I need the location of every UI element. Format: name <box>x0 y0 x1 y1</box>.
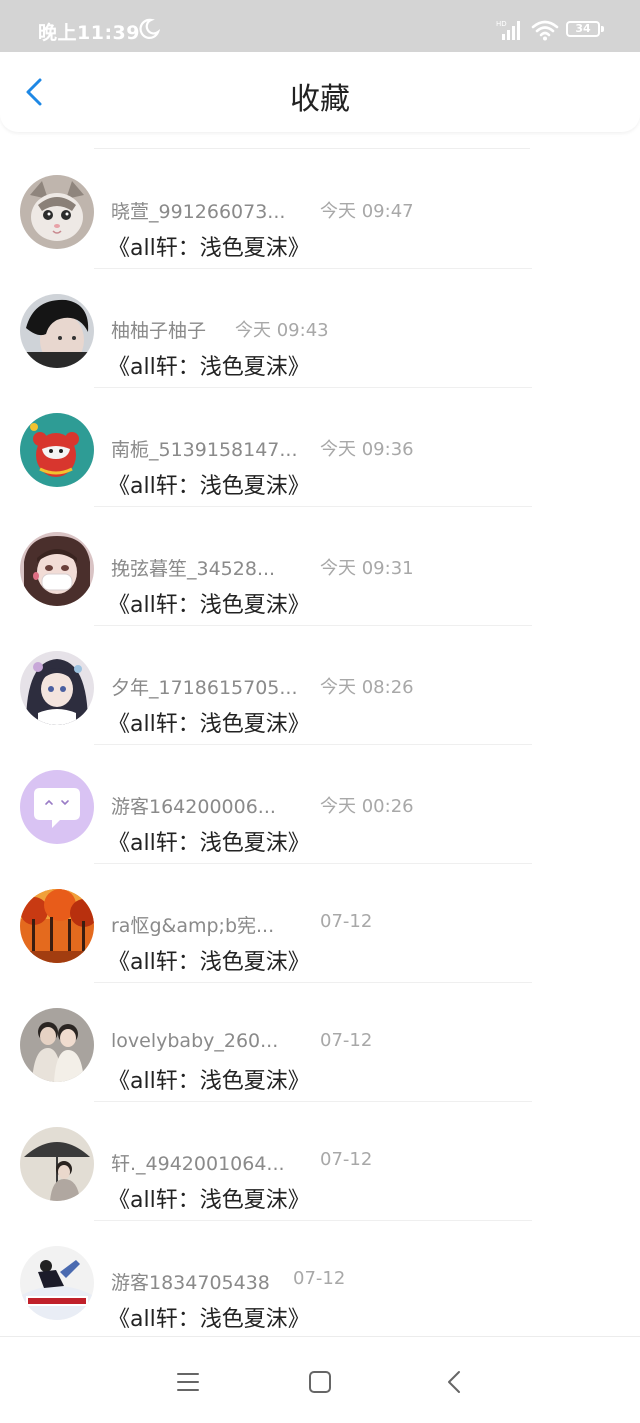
svg-text:HD: HD <box>496 20 507 28</box>
battery-icon: 34 <box>566 21 600 37</box>
nav-back-button[interactable] <box>438 1365 472 1399</box>
item-title: 《all轩：浅色夏沫》 <box>108 712 310 737</box>
home-square-icon <box>309 1371 331 1393</box>
list-item[interactable]: 游客164200006... 今天 00:26 《all轩：浅色夏沫》 <box>0 745 640 864</box>
boy-avatar[interactable] <box>20 294 94 368</box>
item-time: 今天 09:43 <box>235 320 329 341</box>
user-name: ra怄g&amp;b宪... <box>111 915 275 937</box>
item-time: 07-12 <box>320 1149 373 1170</box>
item-title: 《all轩：浅色夏沫》 <box>108 593 310 618</box>
list-item[interactable]: 挽弦暮笙_34528... 今天 09:31 《all轩：浅色夏沫》 <box>0 507 640 626</box>
back-triangle-icon <box>448 1371 460 1393</box>
item-time: 07-12 <box>293 1268 346 1289</box>
item-title: 《all轩：浅色夏沫》 <box>108 474 310 499</box>
list-item[interactable]: 夕年_1718615705... 今天 08:26 《all轩：浅色夏沫》 <box>0 626 640 745</box>
item-time: 今天 09:31 <box>320 558 414 579</box>
header: 收藏 <box>0 52 640 132</box>
default-chat-avatar[interactable] <box>20 770 94 844</box>
item-title: 《all轩：浅色夏沫》 <box>108 355 310 380</box>
item-time: 今天 08:26 <box>320 677 414 698</box>
moon-icon <box>139 18 160 39</box>
wifi-icon <box>531 20 559 41</box>
status-bar: 晚上11:39 HD 34 <box>0 0 640 52</box>
umbrella-avatar[interactable] <box>20 1127 94 1201</box>
list-item[interactable]: 轩._4942001064... 07-12 《all轩：浅色夏沫》 <box>0 1102 640 1221</box>
item-title: 《all轩：浅色夏沫》 <box>108 236 310 261</box>
anime-girl-avatar[interactable] <box>20 651 94 725</box>
list-item[interactable]: 晓萱_991266073... 今天 09:47 《all轩：浅色夏沫》 <box>0 150 640 269</box>
list-item[interactable]: lovelybaby_260... 07-12 《all轩：浅色夏沫》 <box>0 983 640 1102</box>
list-item[interactable]: ra怄g&amp;b宪... 07-12 《all轩：浅色夏沫》 <box>0 864 640 983</box>
list-item[interactable]: 游客1834705438 07-12 《all轩：浅色夏沫》 <box>0 1221 640 1340</box>
user-name: lovelybaby_260... <box>111 1030 279 1052</box>
item-time: 今天 09:36 <box>320 439 414 460</box>
system-nav-bar <box>0 1336 640 1423</box>
list-item[interactable]: 南栀_5139158147... 今天 09:36 《all轩：浅色夏沫》 <box>0 388 640 507</box>
item-title: 《all轩：浅色夏沫》 <box>108 831 310 856</box>
poster-avatar[interactable] <box>20 1246 94 1320</box>
signal-icon: HD <box>496 20 520 40</box>
user-name: 柚柚子柚子 <box>111 320 207 342</box>
item-title: 《all轩：浅色夏沫》 <box>108 1307 310 1332</box>
home-button[interactable] <box>303 1365 337 1399</box>
list-item[interactable]: 柚柚子柚子 今天 09:43 《all轩：浅色夏沫》 <box>0 269 640 388</box>
menu-icon <box>177 1373 199 1391</box>
user-name: 游客1834705438 <box>111 1272 270 1294</box>
item-title: 《all轩：浅色夏沫》 <box>108 1069 310 1094</box>
item-title: 《all轩：浅色夏沫》 <box>108 1188 310 1213</box>
item-time: 07-12 <box>320 1030 373 1051</box>
user-name: 挽弦暮笙_34528... <box>111 558 276 580</box>
page-title: 收藏 <box>290 82 350 117</box>
divider <box>94 148 530 149</box>
item-title: 《all轩：浅色夏沫》 <box>108 950 310 975</box>
menu-button[interactable] <box>171 1365 205 1399</box>
item-time: 07-12 <box>320 911 373 932</box>
user-name: 游客164200006... <box>111 796 276 818</box>
user-name: 南栀_5139158147... <box>111 439 298 461</box>
user-name: 晓萱_991266073... <box>111 201 286 223</box>
autumn-trees-avatar[interactable] <box>20 889 94 963</box>
couple-avatar[interactable] <box>20 1008 94 1082</box>
user-name: 夕年_1718615705... <box>111 677 298 699</box>
cartoon-avatar[interactable] <box>20 413 94 487</box>
status-time: 晚上11:39 <box>38 22 140 44</box>
cat-avatar[interactable] <box>20 175 94 249</box>
user-name: 轩._4942001064... <box>111 1153 285 1175</box>
battery-cap <box>601 26 604 32</box>
item-time: 今天 09:47 <box>320 201 414 222</box>
battery-level: 34 <box>575 22 591 35</box>
girl-mask-avatar[interactable] <box>20 532 94 606</box>
item-time: 今天 00:26 <box>320 796 414 817</box>
